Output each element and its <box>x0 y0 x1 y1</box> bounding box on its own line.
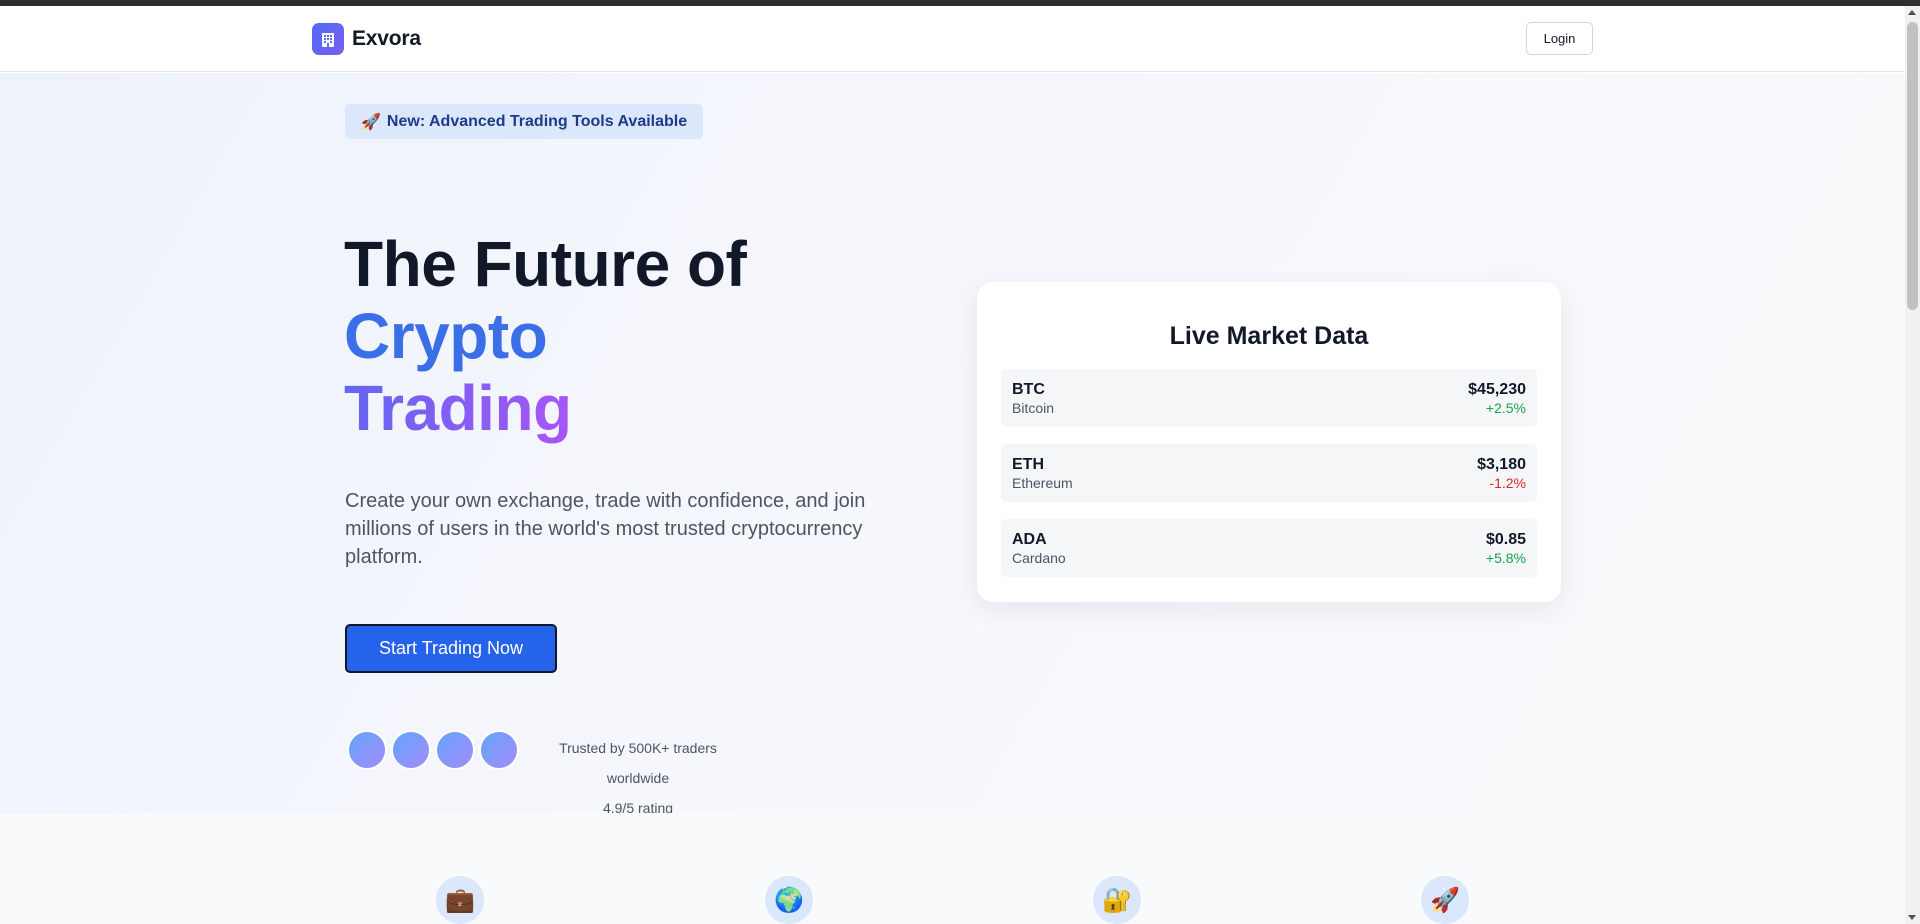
coin-name: Bitcoin <box>1012 400 1055 416</box>
coin-symbol: ETH <box>1012 456 1044 473</box>
headline-text: The Future of <box>344 228 747 300</box>
page-scrollbar[interactable] <box>1905 6 1920 924</box>
navbar: Exvora Login <box>0 6 1905 72</box>
coin-price: $45,230 <box>1468 381 1526 398</box>
rocket-icon: 🚀 <box>1421 876 1469 924</box>
coin-name: Ethereum <box>1012 475 1073 491</box>
brand-name: Exvora <box>352 27 421 50</box>
brand[interactable]: Exvora <box>312 23 421 55</box>
rocket-icon: 🚀 <box>361 112 381 131</box>
lock-icon: 🔐 <box>1093 876 1141 924</box>
market-title: Live Market Data <box>1169 322 1369 350</box>
coin-change: +5.8% <box>1485 550 1526 566</box>
start-trading-button[interactable]: Start Trading Now <box>345 624 557 673</box>
coin-price: $0.85 <box>1485 531 1526 548</box>
avatar <box>479 730 519 770</box>
scrollbar-thumb[interactable] <box>1907 22 1918 310</box>
coin-change: -1.2% <box>1489 475 1526 491</box>
trust-text: Trusted by 500K+ traders worldwide <box>559 740 717 786</box>
coin-row-btc[interactable]: BTC Bitcoin $45,230 +2.5% <box>1001 369 1537 427</box>
announcement-badge[interactable]: 🚀 New: Advanced Trading Tools Available <box>345 104 704 139</box>
hero-subtext: Create your own exchange, trade with con… <box>345 490 866 568</box>
avatar <box>347 730 387 770</box>
avatar <box>435 730 475 770</box>
scroll-up-icon[interactable] <box>1908 10 1916 15</box>
headline-accent-crypto: Crypto <box>344 300 548 372</box>
trust-info: Trusted by 500K+ traders worldwide 4.9/5… <box>552 733 724 823</box>
coin-price: $3,180 <box>1477 456 1526 473</box>
avatar-group <box>347 730 519 770</box>
login-button[interactable]: Login <box>1526 22 1593 55</box>
badge-text: New: Advanced Trading Tools Available <box>386 112 688 130</box>
coin-change: +2.5% <box>1485 400 1526 416</box>
coin-row-eth[interactable]: ETH Ethereum $3,180 -1.2% <box>1001 444 1537 502</box>
hero-section <box>0 73 1905 813</box>
coin-name: Cardano <box>1012 550 1066 566</box>
coin-row-ada[interactable]: ADA Cardano $0.85 +5.8% <box>1001 519 1537 577</box>
features-section <box>0 813 1905 924</box>
avatar <box>391 730 431 770</box>
scroll-down-icon[interactable] <box>1908 915 1916 920</box>
building-icon <box>312 23 344 55</box>
coin-symbol: BTC <box>1012 381 1045 398</box>
coin-symbol: ADA <box>1012 531 1047 548</box>
headline-accent-trading: Trading <box>344 372 572 444</box>
live-market-card: Live Market Data BTC Bitcoin $45,230 +2.… <box>977 282 1561 602</box>
hero-headline: The Future of Crypto Trading <box>344 228 944 444</box>
globe-icon: 🌍 <box>765 876 813 924</box>
briefcase-icon: 💼 <box>436 876 484 924</box>
